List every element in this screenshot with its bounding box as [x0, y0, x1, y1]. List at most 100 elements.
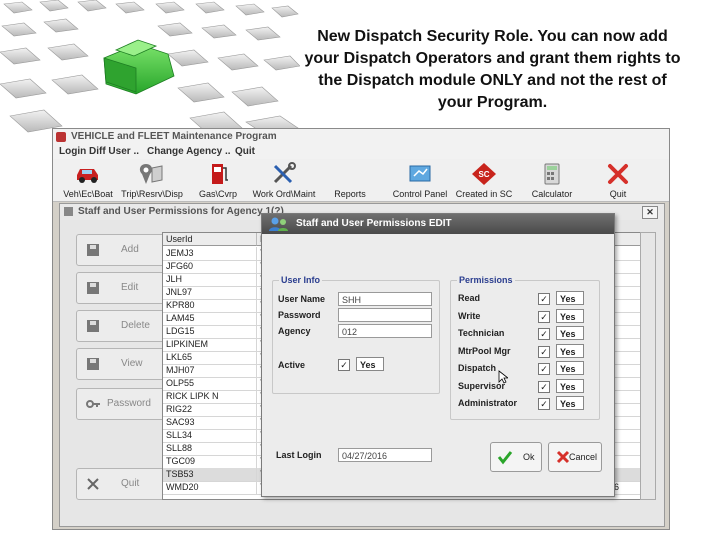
permission-value[interactable]: Yes — [556, 326, 584, 340]
tools-icon — [87, 478, 99, 490]
user-id-cell: TSB53 — [163, 468, 257, 481]
calculator-icon — [544, 163, 560, 185]
toolbar-created-in-sc-button[interactable]: SC Created in SC — [449, 159, 519, 201]
user-id-cell: MJH07 — [163, 364, 257, 377]
floppy-disk-icon — [87, 358, 99, 370]
last-login-label: Last Login — [276, 450, 322, 460]
edit-dialog-title: Staff and User Permissions EDIT — [296, 218, 452, 229]
user-id-cell: SLL34 — [163, 429, 257, 442]
permission-checkbox[interactable]: ✓ — [538, 380, 550, 393]
user-id-cell: SAC93 — [163, 416, 257, 429]
edit-dialog-title-bar: Staff and User Permissions EDIT — [262, 214, 614, 234]
edit-permissions-dialog: Staff and User Permissions EDIT User Inf… — [261, 213, 615, 497]
grid-header-userid[interactable]: UserId — [163, 233, 257, 246]
user-id-cell: LAM45 — [163, 312, 257, 325]
window-close-icon[interactable]: ✕ — [642, 206, 658, 219]
agency-field[interactable]: 012 — [338, 324, 432, 338]
map-icon — [139, 164, 163, 184]
key-icon — [86, 400, 100, 408]
user-id-cell: SLL88 — [163, 442, 257, 455]
permission-value[interactable]: Yes — [556, 378, 584, 393]
svg-text:SC: SC — [478, 170, 489, 179]
staff-window-title: Staff and User Permissions for Agency 1(… — [78, 206, 284, 217]
active-checkbox[interactable]: ✓ — [338, 359, 350, 371]
toolbar-trip-dispatch-button[interactable]: Trip\Resrv\Disp — [117, 159, 187, 201]
gas-pump-icon — [212, 164, 228, 184]
caption-text: New Dispatch Security Role. You can now … — [304, 28, 681, 111]
user-id-cell: JLH — [163, 273, 257, 286]
user-id-cell: LIPKINEM — [163, 338, 257, 351]
app-icon — [56, 132, 66, 142]
user-id-cell: RICK LIPK N — [163, 390, 257, 403]
toolbar-vehicles-button[interactable]: Veh\Ec\Boat — [53, 159, 123, 201]
user-id-cell: WMD20 — [163, 481, 257, 494]
menu-login-diff-user[interactable]: Login Diff User .. — [59, 145, 139, 159]
toolbar-quit-button[interactable]: Quit — [583, 159, 653, 201]
toolbar: Veh\Ec\Boat Trip\Resrv\Disp Gas\Cvrp Wor… — [53, 159, 669, 202]
active-value[interactable]: Yes — [356, 357, 384, 371]
user-id-cell: TGC09 — [163, 455, 257, 468]
app-title: VEHICLE and FLEET Maintenance Program — [71, 131, 277, 142]
user-id-cell: OLP55 — [163, 377, 257, 390]
users-icon — [269, 217, 288, 231]
permission-value[interactable]: Yes — [556, 396, 584, 410]
floppy-disk-icon — [87, 282, 99, 294]
toolbar-calculator-button[interactable]: Calculator — [517, 159, 587, 201]
car-icon — [77, 169, 98, 183]
permission-label: Write — [458, 310, 481, 321]
toolbar-gas-button[interactable]: Gas\Cvrp — [183, 159, 253, 201]
toolbar-reports-button[interactable]: Reports — [315, 159, 385, 201]
window-icon — [64, 207, 73, 216]
checkmark-icon — [497, 451, 513, 465]
permission-checkbox[interactable]: ✓ — [538, 363, 550, 375]
agency-label: Agency — [278, 326, 311, 336]
user-info-label: User Info — [279, 275, 323, 285]
cancel-button[interactable]: Cancel — [548, 442, 602, 472]
toolbar-control-panel-button[interactable]: Control Panel — [385, 159, 455, 201]
toolbar-work-orders-button[interactable]: Work Ord\Maint — [249, 159, 319, 201]
permission-checkbox[interactable]: ✓ — [538, 345, 550, 358]
permission-value[interactable]: Yes — [556, 343, 584, 358]
mouse-cursor-icon — [498, 370, 508, 384]
permission-label: Read — [458, 293, 481, 303]
permission-label: Administrator — [458, 398, 518, 408]
permission-checkbox[interactable]: ✓ — [538, 293, 550, 305]
permission-label: Technician — [458, 328, 505, 338]
floppy-disk-icon — [87, 320, 99, 332]
user-id-cell: LKL65 — [163, 351, 257, 364]
car-lot-graphic — [0, 0, 300, 135]
user-id-cell: RIG22 — [163, 403, 257, 416]
control-panel-icon — [409, 165, 431, 182]
tools-icon — [273, 162, 296, 184]
quit-x-icon — [608, 164, 628, 184]
permission-value[interactable]: Yes — [556, 361, 584, 375]
permission-label: Dispatch — [458, 363, 497, 373]
report-icon — [336, 162, 364, 186]
user-name-label: User Name — [278, 294, 326, 304]
active-label: Active — [278, 360, 306, 370]
user-id-cell: JEMJ3 — [163, 247, 257, 260]
permission-checkbox[interactable]: ✓ — [538, 398, 550, 410]
last-login-field[interactable]: 04/27/2016 — [338, 448, 432, 462]
permission-checkbox[interactable]: ✓ — [538, 310, 550, 323]
grid-scrollbar[interactable] — [640, 232, 656, 500]
user-id-cell: JFG60 — [163, 260, 257, 273]
menu-bar: Login Diff User .. Change Agency .. Quit — [53, 145, 669, 159]
user-name-field[interactable]: SHH — [338, 292, 432, 306]
user-id-cell: JNL97 — [163, 286, 257, 299]
menu-quit[interactable]: Quit — [235, 145, 255, 159]
permission-value[interactable]: Yes — [556, 308, 584, 323]
permission-value[interactable]: Yes — [556, 291, 584, 305]
sc-logo-icon: SC — [472, 163, 496, 185]
user-id-cell: KPR80 — [163, 299, 257, 312]
password-field[interactable] — [338, 308, 432, 322]
menu-change-agency[interactable]: Change Agency .. — [147, 145, 231, 159]
app-title-bar: VEHICLE and FLEET Maintenance Program — [53, 129, 669, 145]
app-window: VEHICLE and FLEET Maintenance Program Lo… — [52, 128, 670, 530]
user-id-cell: LDG15 — [163, 325, 257, 338]
floppy-disk-icon — [87, 244, 99, 256]
permission-checkbox[interactable]: ✓ — [538, 328, 550, 340]
permissions-label: Permissions — [457, 275, 515, 285]
ok-button[interactable]: Ok — [490, 442, 542, 472]
permission-label: MtrPool Mgr — [458, 345, 511, 356]
